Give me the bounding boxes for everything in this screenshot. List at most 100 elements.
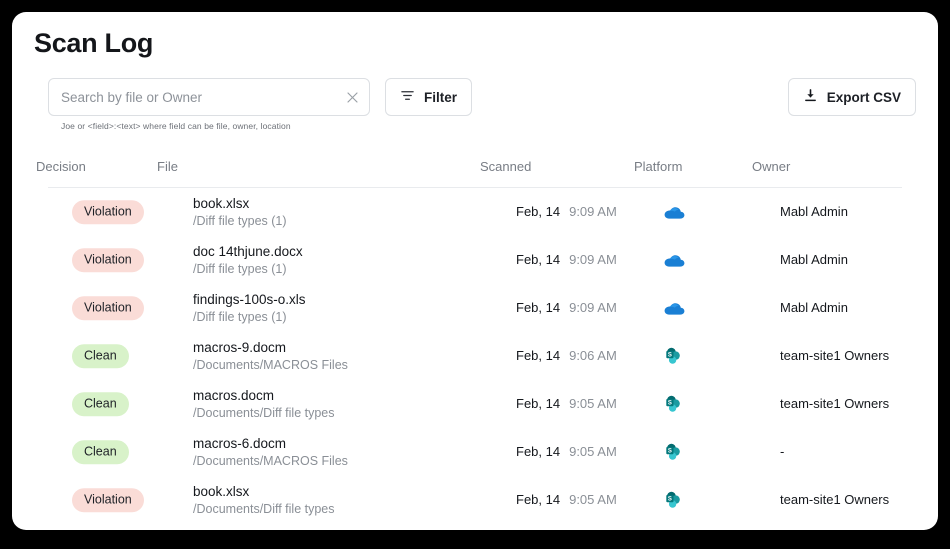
owner-cell: Mabl Admin [780, 299, 848, 317]
table-row[interactable]: Clean macros-9.docm/Documents/MACROS File… [12, 332, 938, 380]
file-name: macros-6.docm [193, 435, 348, 453]
status-badge: Clean [72, 440, 129, 464]
status-badge: Violation [72, 200, 144, 224]
file-path: /Documents/Diff file types [193, 501, 335, 518]
download-icon [803, 88, 818, 106]
scanned-time: 9:09 AM [569, 252, 617, 267]
close-icon[interactable] [335, 79, 369, 115]
scanned-date: Feb, 14 [516, 252, 560, 267]
onedrive-icon [663, 204, 685, 220]
file-name: findings-100s-o.xls [193, 291, 306, 309]
toolbar: Joe or <field>:<text> where field can be… [12, 78, 938, 138]
table-row[interactable]: Clean macros.docm/Documents/Diff file typ… [12, 380, 938, 428]
sharepoint-icon: S [663, 394, 683, 414]
status-badge: Clean [72, 344, 129, 368]
scanned-date: Feb, 14 [516, 444, 560, 459]
platform-cell: S [663, 490, 683, 510]
svg-text:S: S [668, 401, 672, 407]
scanned-time: 9:05 AM [569, 396, 617, 411]
decision-cell: Clean [72, 392, 129, 416]
scanned-date: Feb, 14 [516, 348, 560, 363]
owner-name: team-site1 Owners [780, 396, 889, 411]
export-csv-button[interactable]: Export CSV [788, 78, 916, 116]
owner-name: Mabl Admin [780, 252, 848, 267]
file-path: /Diff file types (1) [193, 261, 303, 278]
owner-cell: team-site1 Owners [780, 395, 889, 413]
status-badge: Violation [72, 296, 144, 320]
scanned-date: Feb, 14 [516, 396, 560, 411]
sharepoint-icon: S [663, 442, 683, 462]
decision-cell: Clean [72, 440, 129, 464]
scanned-time: 9:05 AM [569, 492, 617, 507]
sharepoint-icon: S [663, 346, 683, 366]
filter-button[interactable]: Filter [385, 78, 472, 116]
table-row[interactable]: Violation book.xlsx/Documents/Diff file t… [12, 476, 938, 524]
file-name: macros-9.docm [193, 339, 348, 357]
file-path: /Documents/MACROS Files [193, 357, 348, 374]
owner-name: team-site1 Owners [780, 348, 889, 363]
platform-cell: S [663, 442, 683, 462]
scanned-cell: Feb, 14 9:05 AM [516, 491, 617, 509]
file-name: macros.docm [193, 387, 335, 405]
search-box[interactable] [48, 78, 370, 116]
file-cell: macros.docm/Documents/Diff file types [193, 387, 335, 421]
scanned-time: 9:06 AM [569, 348, 617, 363]
scanned-date: Feb, 14 [516, 492, 560, 507]
filter-button-label: Filter [424, 90, 457, 105]
platform-cell: S [663, 394, 683, 414]
svg-text:S: S [668, 497, 672, 503]
column-header-file: File [157, 159, 178, 174]
file-name: doc 14thjune.docx [193, 243, 303, 261]
platform-cell [663, 204, 685, 220]
file-cell: findings-100s-o.xls/Diff file types (1) [193, 291, 306, 325]
export-csv-button-label: Export CSV [827, 90, 901, 105]
owner-cell: - [780, 443, 784, 461]
owner-cell: Mabl Admin [780, 251, 848, 269]
file-cell: macros-6.docm/Documents/MACROS Files [193, 435, 348, 469]
owner-cell: Mabl Admin [780, 203, 848, 221]
scan-log-table: Decision File Scanned Platform Owner Vio… [12, 156, 938, 524]
platform-cell: S [663, 346, 683, 366]
table-row[interactable]: Violation book.xlsx/Diff file types (1) Fe… [12, 188, 938, 236]
platform-cell [663, 300, 685, 316]
owner-name: Mabl Admin [780, 300, 848, 315]
status-badge: Clean [72, 392, 129, 416]
svg-text:S: S [668, 449, 672, 455]
file-cell: book.xlsx/Documents/Diff file types [193, 483, 335, 517]
table-row[interactable]: Violation findings-100s-o.xls/Diff file t… [12, 284, 938, 332]
table-row[interactable]: Violation doc 14thjune.docx/Diff file typ… [12, 236, 938, 284]
column-header-owner: Owner [752, 159, 790, 174]
file-path: /Documents/MACROS Files [193, 453, 348, 470]
scanned-time: 9:05 AM [569, 444, 617, 459]
file-cell: book.xlsx/Diff file types (1) [193, 195, 287, 229]
platform-cell [663, 252, 685, 268]
file-cell: doc 14thjune.docx/Diff file types (1) [193, 243, 303, 277]
table-header-row: Decision File Scanned Platform Owner [48, 156, 902, 188]
decision-cell: Violation [72, 296, 144, 320]
page-title: Scan Log [34, 28, 153, 59]
owner-cell: team-site1 Owners [780, 491, 889, 509]
scanned-cell: Feb, 14 9:05 AM [516, 443, 617, 461]
search-input[interactable] [49, 90, 335, 105]
scanned-cell: Feb, 14 9:05 AM [516, 395, 617, 413]
column-header-scanned: Scanned [480, 159, 531, 174]
owner-name: Mabl Admin [780, 204, 848, 219]
scan-log-card: Scan Log Joe or <field>:<text> where fie… [12, 12, 938, 530]
onedrive-icon [663, 252, 685, 268]
scanned-date: Feb, 14 [516, 300, 560, 315]
scanned-cell: Feb, 149:09 AM [516, 203, 617, 221]
owner-name: - [780, 444, 784, 459]
file-name: book.xlsx [193, 195, 287, 213]
file-path: /Diff file types (1) [193, 309, 306, 326]
svg-text:S: S [668, 353, 672, 359]
table-body: Violation book.xlsx/Diff file types (1) Fe… [12, 188, 938, 524]
search-hint: Joe or <field>:<text> where field can be… [61, 121, 291, 131]
file-cell: macros-9.docm/Documents/MACROS Files [193, 339, 348, 373]
column-header-decision: Decision [36, 159, 86, 174]
sharepoint-icon: S [663, 490, 683, 510]
file-path: /Diff file types (1) [193, 213, 287, 230]
decision-cell: Violation [72, 488, 144, 512]
table-row[interactable]: Clean macros-6.docm/Documents/MACROS File… [12, 428, 938, 476]
decision-cell: Violation [72, 248, 144, 272]
scanned-time: 9:09 AM [569, 300, 617, 315]
